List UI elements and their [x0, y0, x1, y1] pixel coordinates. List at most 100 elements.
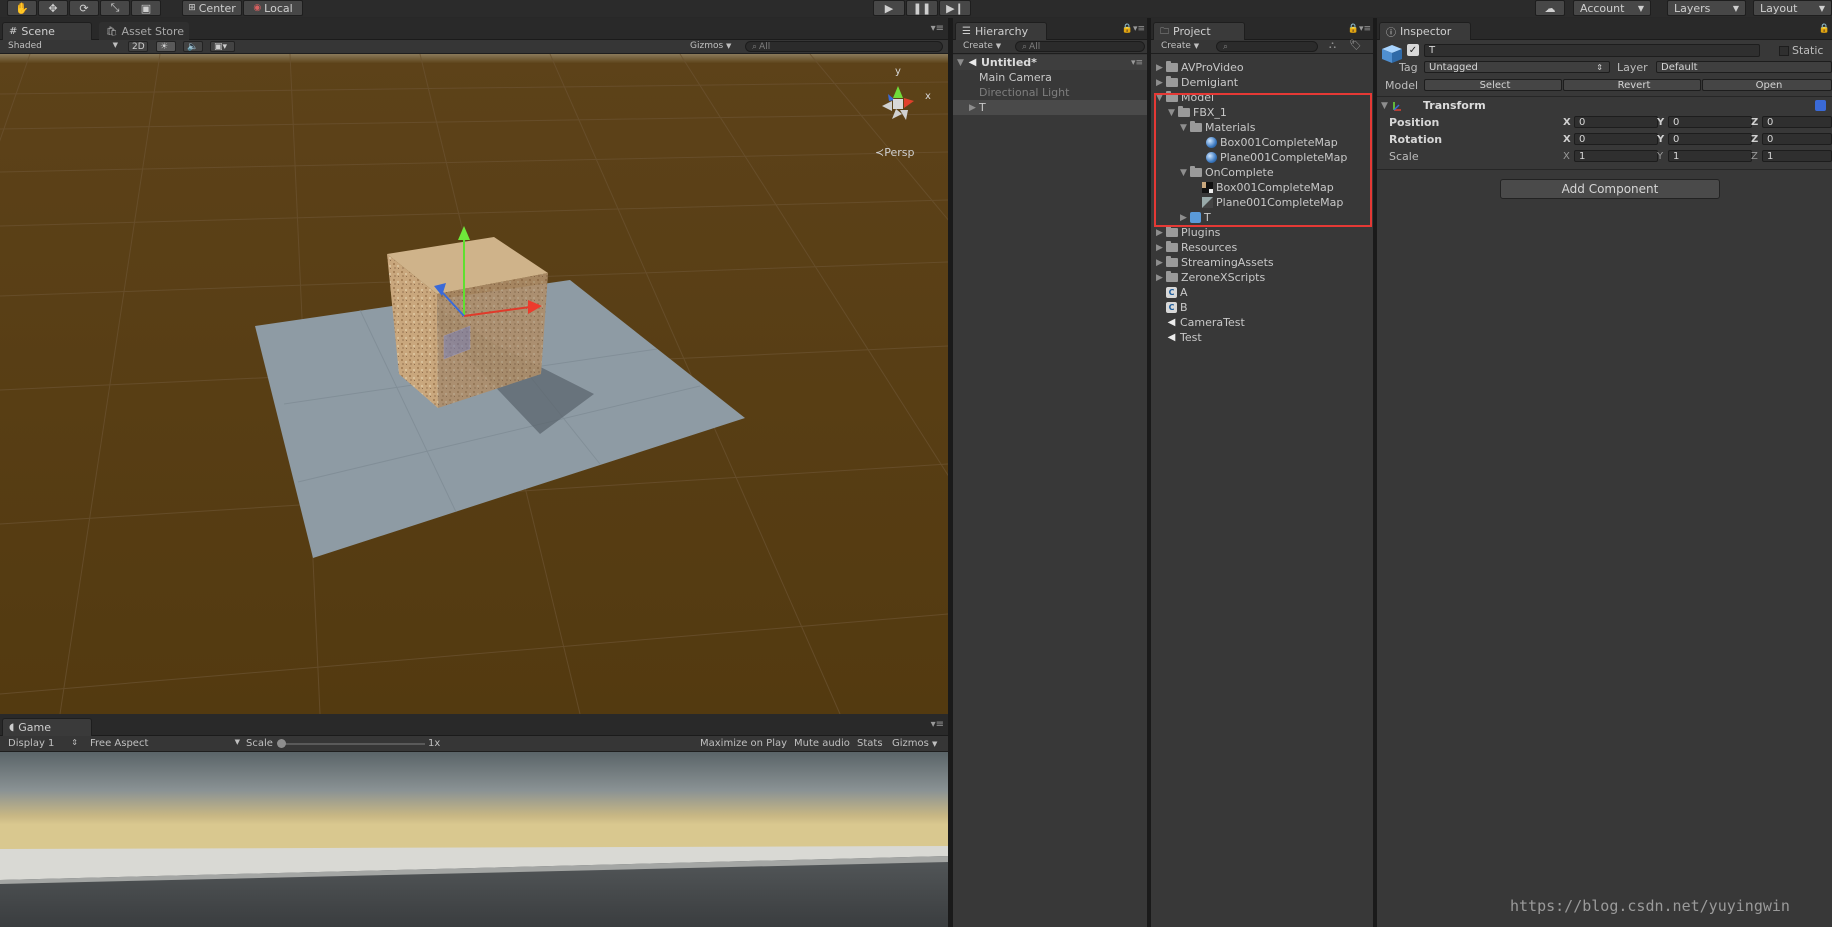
rotation-x-input[interactable]: 0 [1574, 133, 1658, 145]
project-create-button[interactable]: Create ▼ [1161, 41, 1199, 51]
project-item-script-a[interactable]: CA [1151, 285, 1373, 300]
project-search-input[interactable]: ⌕ [1216, 41, 1318, 52]
scale-z-value: 1 [1767, 150, 1774, 162]
add-component-button[interactable]: Add Component [1500, 179, 1720, 199]
tab-game[interactable]: ◖ Game [2, 718, 92, 736]
game-gizmos-dropdown[interactable]: Gizmos ▼ [892, 738, 937, 749]
tag-dropdown[interactable]: Untagged ⇕ [1424, 61, 1610, 73]
aspect-label: Free Aspect [90, 738, 149, 749]
game-viewport[interactable] [0, 752, 948, 927]
model-select-button[interactable]: Select [1424, 79, 1562, 91]
shading-mode-dropdown[interactable]: Shaded ▼ [8, 41, 118, 51]
account-dropdown[interactable]: Account ▼ [1573, 0, 1651, 16]
mode-2d-button[interactable]: 2D [128, 41, 148, 52]
hand-tool-button[interactable]: ✋ [7, 0, 37, 16]
scene-viewport[interactable]: y x ≺Persp [0, 54, 948, 714]
tab-hierarchy[interactable]: ☰ Hierarchy [955, 22, 1047, 40]
static-toggle[interactable]: Static [1779, 44, 1823, 57]
cloud-button[interactable]: ☁ [1535, 0, 1565, 16]
lock-menu-icon[interactable]: 🔒▾≡ [1122, 24, 1145, 34]
layers-dropdown[interactable]: Layers ▼ [1667, 0, 1746, 16]
step-button[interactable]: ▶❙ [939, 0, 971, 16]
lock-icon[interactable]: 🔒 [1819, 24, 1830, 34]
list-icon: ☰ [962, 26, 971, 37]
active-checkbox[interactable]: ✓ [1407, 44, 1419, 56]
static-checkbox[interactable] [1779, 45, 1789, 56]
hierarchy-item-main-camera[interactable]: Main Camera [979, 70, 1052, 85]
rotation-y-input[interactable]: 0 [1668, 133, 1752, 145]
projection-toggle[interactable]: ≺Persp [875, 146, 914, 159]
tab-asset-store[interactable]: 🛍 Asset Store [99, 22, 189, 40]
rotation-z-input[interactable]: 0 [1762, 133, 1832, 145]
model-revert-button[interactable]: Revert [1563, 79, 1701, 91]
scene-search-input[interactable]: ⌕ All [745, 41, 943, 52]
scene-root-row[interactable]: ▼ ◀ Untitled* ▾≡ [953, 55, 1147, 70]
scale-y-input[interactable]: 1 [1668, 150, 1752, 162]
play-button[interactable]: ▶ [873, 0, 905, 16]
scale-z-input[interactable]: 1 [1762, 150, 1832, 162]
search-placeholder: All [1029, 41, 1041, 52]
mute-audio-toggle[interactable]: Mute audio [794, 738, 850, 749]
pivot-center-button[interactable]: ⊞ Center [182, 0, 242, 16]
project-item-scene-test[interactable]: ◀ Test [1151, 330, 1373, 345]
pivot-local-button[interactable]: ◉ Local [243, 0, 303, 16]
project-item-label: B [1180, 301, 1188, 314]
project-item-resources[interactable]: ▶ Resources [1151, 240, 1373, 255]
model-open-button[interactable]: Open [1702, 79, 1832, 91]
transform-component-header[interactable]: ▼ Transform [1381, 98, 1832, 113]
aspect-dropdown[interactable]: Free Aspect ▼ [90, 738, 240, 749]
rotate-tool-button[interactable]: ⟳ [69, 0, 99, 16]
inspector-header: ⓘ Inspector 🔒 [1377, 18, 1832, 40]
project-item-plugins[interactable]: ▶ Plugins [1151, 225, 1373, 240]
lighting-toggle[interactable]: ☀ [156, 41, 176, 52]
transform-title: Transform [1423, 99, 1486, 112]
rect-tool-button[interactable]: ▣ [131, 0, 161, 16]
layout-dropdown[interactable]: Layout ▼ [1753, 0, 1832, 16]
project-item-demigiant[interactable]: ▶ Demigiant [1151, 75, 1373, 90]
object-name-input[interactable]: T [1424, 44, 1760, 57]
panel-menu-icon[interactable]: ▾≡ [931, 719, 944, 730]
axis-z-label: Z [1751, 151, 1758, 162]
scale-slider[interactable] [280, 743, 425, 745]
axis-x-label: X [1563, 151, 1570, 162]
hierarchy-item-directional-light[interactable]: Directional Light [979, 85, 1069, 100]
folder-tab-icon: 🗀 [1160, 26, 1170, 37]
tag-label: Tag [1399, 61, 1418, 74]
hierarchy-item-label: T [979, 101, 986, 114]
hierarchy-search-input[interactable]: ⌕ All [1015, 41, 1145, 52]
scale-slider-handle[interactable] [277, 739, 286, 748]
layer-label: Layer [1617, 61, 1648, 74]
component-help-icon[interactable] [1815, 100, 1826, 111]
position-x-input[interactable]: 0 [1574, 116, 1658, 128]
position-y-input[interactable]: 0 [1668, 116, 1752, 128]
maximize-on-play-toggle[interactable]: Maximize on Play [700, 738, 787, 749]
project-item-avprovideo[interactable]: ▶ AVProVideo [1151, 60, 1373, 75]
layer-dropdown[interactable]: Default [1656, 61, 1832, 73]
tab-inspector[interactable]: ⓘ Inspector [1379, 22, 1471, 40]
project-item-scene-cameratest[interactable]: ◀ CameraTest [1151, 315, 1373, 330]
tab-project[interactable]: 🗀 Project [1153, 22, 1245, 40]
project-item-script-b[interactable]: CB [1151, 300, 1373, 315]
filter-type-icon[interactable]: ⛬ [1329, 40, 1336, 51]
scale-tool-button[interactable]: ⤡ [100, 0, 130, 16]
gizmos-dropdown[interactable]: Gizmos ▼ [690, 41, 731, 51]
project-item-streamingassets[interactable]: ▶ StreamingAssets [1151, 255, 1373, 270]
scale-x-input[interactable]: 1 [1574, 150, 1658, 162]
hierarchy-create-button[interactable]: Create ▼ [963, 41, 1001, 51]
pause-button[interactable]: ❚❚ [906, 0, 938, 16]
filter-label-icon[interactable]: 🏷 [1349, 40, 1362, 51]
audio-toggle[interactable]: 🔈 [183, 41, 203, 52]
lock-menu-icon[interactable]: 🔒▾≡ [1348, 24, 1371, 34]
hierarchy-item-t[interactable]: ▶ T [953, 100, 1147, 115]
effects-toggle[interactable]: ▣▾ [210, 41, 235, 52]
move-tool-button[interactable]: ✥ [38, 0, 68, 16]
project-item-zeronexscripts[interactable]: ▶ ZeroneXScripts [1151, 270, 1373, 285]
display-dropdown[interactable]: Display 1 ⇕ [8, 738, 78, 749]
scene-panel-header: # Scene 🛍 Asset Store ▾≡ [0, 18, 948, 40]
position-z-input[interactable]: 0 [1762, 116, 1832, 128]
panel-menu-icon[interactable]: ▾≡ [931, 23, 944, 34]
scene-menu-icon[interactable]: ▾≡ [1131, 58, 1143, 68]
stats-toggle[interactable]: Stats [857, 738, 883, 749]
rotation-x-value: 0 [1579, 133, 1586, 145]
tab-scene[interactable]: # Scene [2, 22, 92, 40]
